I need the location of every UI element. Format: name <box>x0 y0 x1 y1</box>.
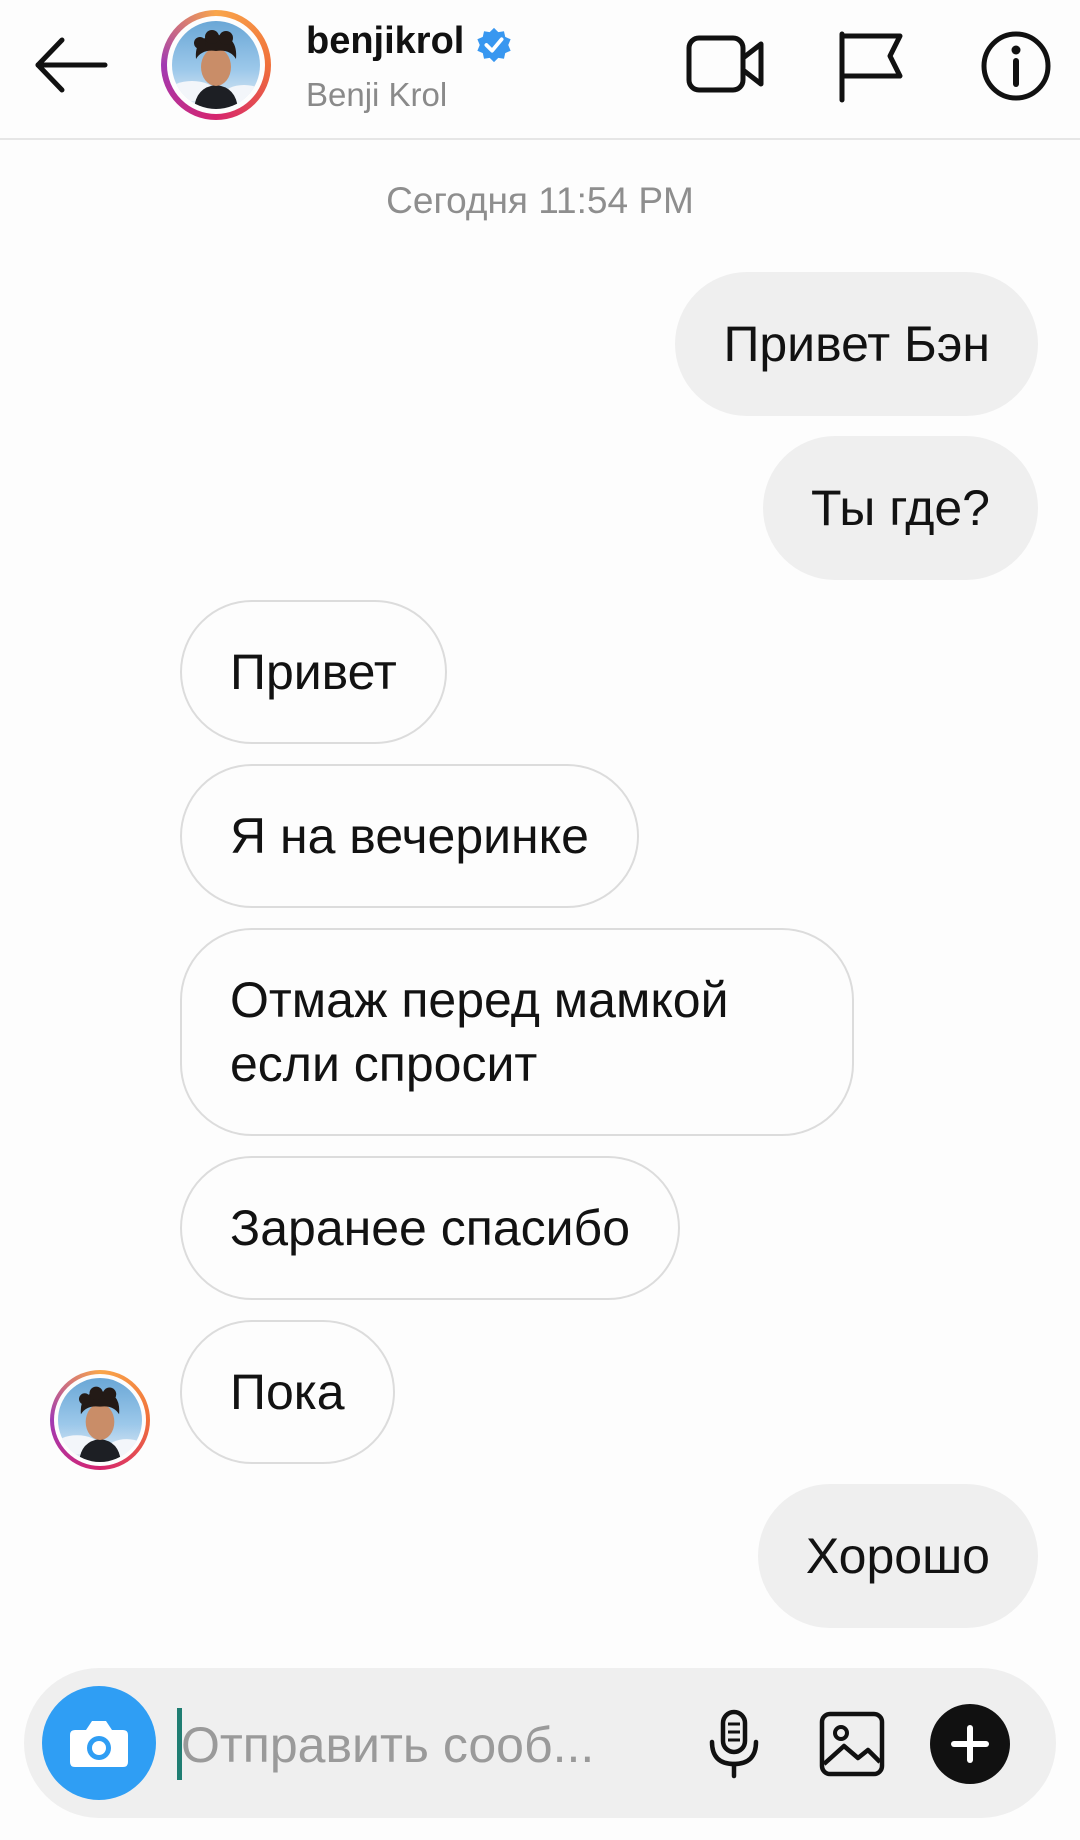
back-button[interactable] <box>30 30 110 100</box>
message-sent[interactable]: Привет Бэн <box>675 272 1038 416</box>
camera-button[interactable] <box>42 1686 156 1800</box>
microphone-icon <box>709 1709 759 1779</box>
message-composer <box>24 1668 1056 1818</box>
sender-avatar[interactable] <box>50 1370 150 1470</box>
message-sent[interactable]: Хорошо <box>757 1484 1038 1628</box>
info-button[interactable] <box>976 28 1058 104</box>
camera-icon <box>70 1721 128 1767</box>
message-input[interactable] <box>179 1706 673 1784</box>
video-call-button[interactable] <box>685 28 767 104</box>
plus-icon <box>951 1725 989 1763</box>
profile-avatar[interactable] <box>161 10 271 120</box>
message-received[interactable]: Пока <box>180 1320 395 1464</box>
voice-message-button[interactable] <box>696 1706 772 1782</box>
message-sent[interactable]: Ты где? <box>763 436 1038 580</box>
verified-badge-icon <box>477 27 511 63</box>
flag-icon <box>839 31 903 103</box>
report-button[interactable] <box>830 28 912 104</box>
message-received[interactable]: Привет <box>180 600 447 744</box>
back-arrow-icon <box>35 37 108 93</box>
gallery-icon <box>819 1711 885 1777</box>
chat-username[interactable]: benjikrol <box>306 20 464 63</box>
video-call-icon <box>686 35 764 93</box>
message-received[interactable]: Я на вечеринке <box>180 764 639 908</box>
info-icon <box>981 31 1051 101</box>
thread-timestamp: Сегодня 11:54 PM <box>386 180 694 221</box>
chat-full-name: Benji Krol <box>306 76 448 113</box>
message-received[interactable]: Заранее спасибо <box>180 1156 680 1300</box>
gallery-button[interactable] <box>814 1706 890 1782</box>
more-options-button[interactable] <box>930 1704 1010 1784</box>
chat-header: benjikrol Benji Krol <box>0 0 1080 140</box>
message-received[interactable]: Отмаж перед мамкой если спросит <box>180 928 854 1136</box>
